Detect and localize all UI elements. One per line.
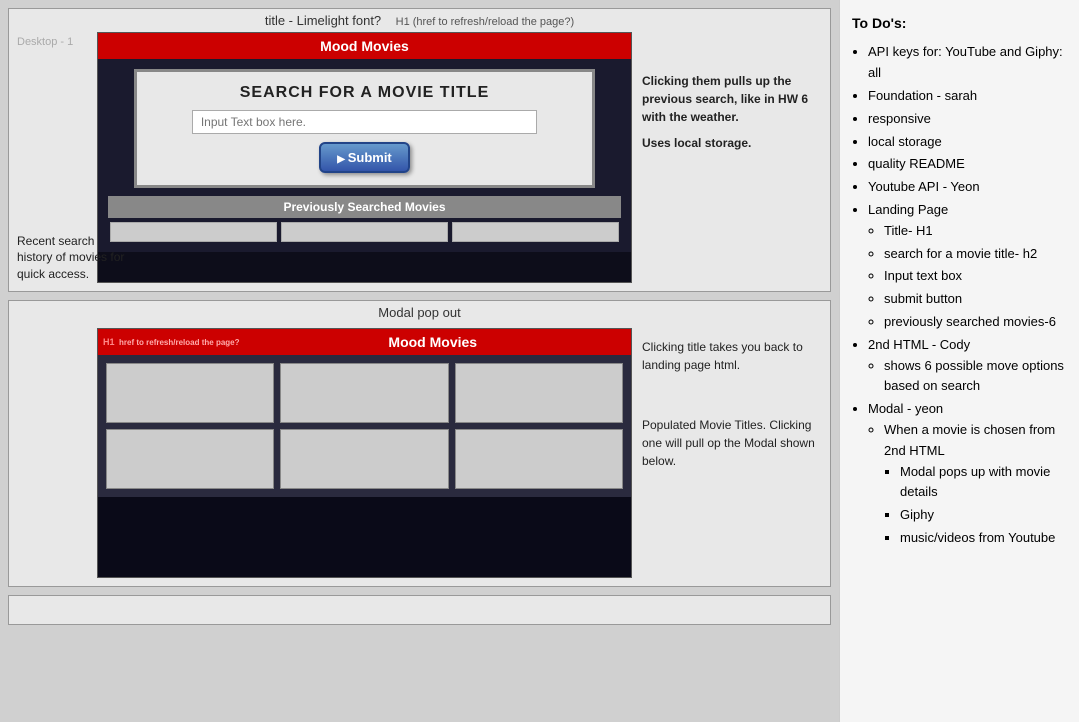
prev-movie-1[interactable] xyxy=(110,222,277,242)
movie-card-4[interactable] xyxy=(106,429,274,489)
section1-title: title - Limelight font? H1 (href to refr… xyxy=(9,9,830,28)
sidebar-item-movie-chosen: When a movie is chosen from 2nd HTML Mod… xyxy=(884,420,1067,549)
annotation-movies-text: Populated Movie Titles. Clicking one wil… xyxy=(642,418,815,468)
section1-box: title - Limelight font? H1 (href to refr… xyxy=(8,8,831,292)
section2-inner: H1 href to refresh/reload the page? Mood… xyxy=(9,324,830,586)
h1-sub: href to refresh/reload the page? xyxy=(119,338,239,347)
search-input[interactable] xyxy=(192,110,537,134)
sidebar: To Do's: API keys for: YouTube and Giphy… xyxy=(839,0,1079,722)
sidebar-item-title-h1: Title- H1 xyxy=(884,221,1067,242)
section2-box: Modal pop out H1 href to refresh/reload … xyxy=(8,300,831,587)
movie-card-6[interactable] xyxy=(455,429,623,489)
sidebar-item-youtube-music: music/videos from Youtube xyxy=(900,528,1067,549)
annotations-right: Clicking them pulls up the previous sear… xyxy=(642,32,822,283)
movie-card-3[interactable] xyxy=(455,363,623,423)
h1-label: H1 href to refresh/reload the page? xyxy=(103,337,240,347)
sidebar-item-2nd-html: 2nd HTML - Cody shows 6 possible move op… xyxy=(868,335,1067,397)
sidebar-item-prev-searched: previously searched movies-6 xyxy=(884,312,1067,333)
sidebar-item-search-h2: search for a movie title- h2 xyxy=(884,244,1067,265)
sidebar-item-localstorage: local storage xyxy=(868,132,1067,153)
app-title-1: Mood Movies xyxy=(320,38,409,54)
cinema-area-1: SEARCH FOR A MOVIE TITLE Submit Previous… xyxy=(98,59,631,252)
previously-searched-label: Previously Searched Movies xyxy=(108,196,621,218)
app-header-2: H1 href to refresh/reload the page? Mood… xyxy=(98,329,631,355)
annotations-section2-right: Clicking title takes you back to landing… xyxy=(642,328,822,578)
sidebar-item-api: API keys for: YouTube and Giphy: all xyxy=(868,42,1067,84)
sidebar-item-modal: Modal - yeon When a movie is chosen from… xyxy=(868,399,1067,549)
sidebar-item-shows-options: shows 6 possible move options based on s… xyxy=(884,356,1067,398)
sidebar-list: API keys for: YouTube and Giphy: all Fou… xyxy=(852,42,1067,548)
prev-movie-2[interactable] xyxy=(281,222,448,242)
annotation-click-title: Clicking title takes you back to landing… xyxy=(642,338,822,374)
prev-movies-row xyxy=(108,222,621,242)
sidebar-sublist-2ndhtml: shows 6 possible move options based on s… xyxy=(868,356,1067,398)
sidebar-item-input: Input text box xyxy=(884,266,1067,287)
sidebar-item-readme: quality README xyxy=(868,154,1067,175)
desktop-label-text: Desktop - 1 xyxy=(17,36,73,48)
app-header-1: Mood Movies xyxy=(98,33,631,59)
search-heading: SEARCH FOR A MOVIE TITLE xyxy=(149,84,581,102)
sidebar-item-foundation: Foundation - sarah xyxy=(868,86,1067,107)
submit-button[interactable]: Submit xyxy=(319,142,410,173)
sidebar-item-youtube-api: Youtube API - Yeon xyxy=(868,177,1067,198)
mockup-frame-2: H1 href to refresh/reload the page? Mood… xyxy=(97,328,632,578)
annotation-clicking: Clicking them pulls up the previous sear… xyxy=(642,72,822,126)
app-title-2: Mood Movies xyxy=(240,334,627,350)
movie-card-1[interactable] xyxy=(106,363,274,423)
cinema-seats-1 xyxy=(98,252,631,282)
mockup-frame-1: Mood Movies SEARCH FOR A MOVIE TITLE Sub… xyxy=(97,32,632,283)
sidebar-item-submit: submit button xyxy=(884,289,1067,310)
section1-inner: Desktop - 1 Mood Movies SEARCH FOR A MOV… xyxy=(9,28,830,291)
sidebar-item-responsive: responsive xyxy=(868,109,1067,130)
movie-grid xyxy=(98,355,631,497)
main-content: title - Limelight font? H1 (href to refr… xyxy=(0,0,839,722)
section2-title: Modal pop out xyxy=(9,301,830,324)
sidebar-item-modal-details: Modal pops up with movie details xyxy=(900,462,1067,504)
section1-subtitle: H1 (href to refresh/reload the page?) xyxy=(396,16,575,28)
sidebar-sublist-modal-details: Modal pops up with movie details Giphy m… xyxy=(884,462,1067,549)
movie-card-5[interactable] xyxy=(280,429,448,489)
submit-label: Submit xyxy=(348,150,392,165)
sidebar-sublist-landing: Title- H1 search for a movie title- h2 I… xyxy=(868,221,1067,333)
annotation-left: Recent search history of movies for quic… xyxy=(17,233,127,283)
sidebar-item-landing: Landing Page Title- H1 search for a movi… xyxy=(868,200,1067,333)
annotation-local-storage: Uses local storage. xyxy=(642,134,822,152)
h1-text: H1 xyxy=(103,337,115,347)
cinema-screen: SEARCH FOR A MOVIE TITLE Submit xyxy=(134,69,596,188)
cinema-seats-2 xyxy=(98,497,631,577)
section2-spacer xyxy=(17,328,87,578)
sidebar-item-giphy: Giphy xyxy=(900,505,1067,526)
sidebar-sublist-modal: When a movie is chosen from 2nd HTML Mod… xyxy=(868,420,1067,549)
section2-title-text: Modal pop out xyxy=(378,305,460,320)
prev-movie-3[interactable] xyxy=(452,222,619,242)
section3-box xyxy=(8,595,831,625)
movie-card-2[interactable] xyxy=(280,363,448,423)
section1-title-text: title - Limelight font? xyxy=(265,13,381,28)
annotation-populated: Populated Movie Titles. Clicking one wil… xyxy=(642,416,822,470)
sidebar-heading: To Do's: xyxy=(852,12,1067,34)
annotation-left-text: Recent search history of movies for quic… xyxy=(17,234,124,282)
annotation-title-text: Clicking title takes you back to landing… xyxy=(642,340,803,372)
